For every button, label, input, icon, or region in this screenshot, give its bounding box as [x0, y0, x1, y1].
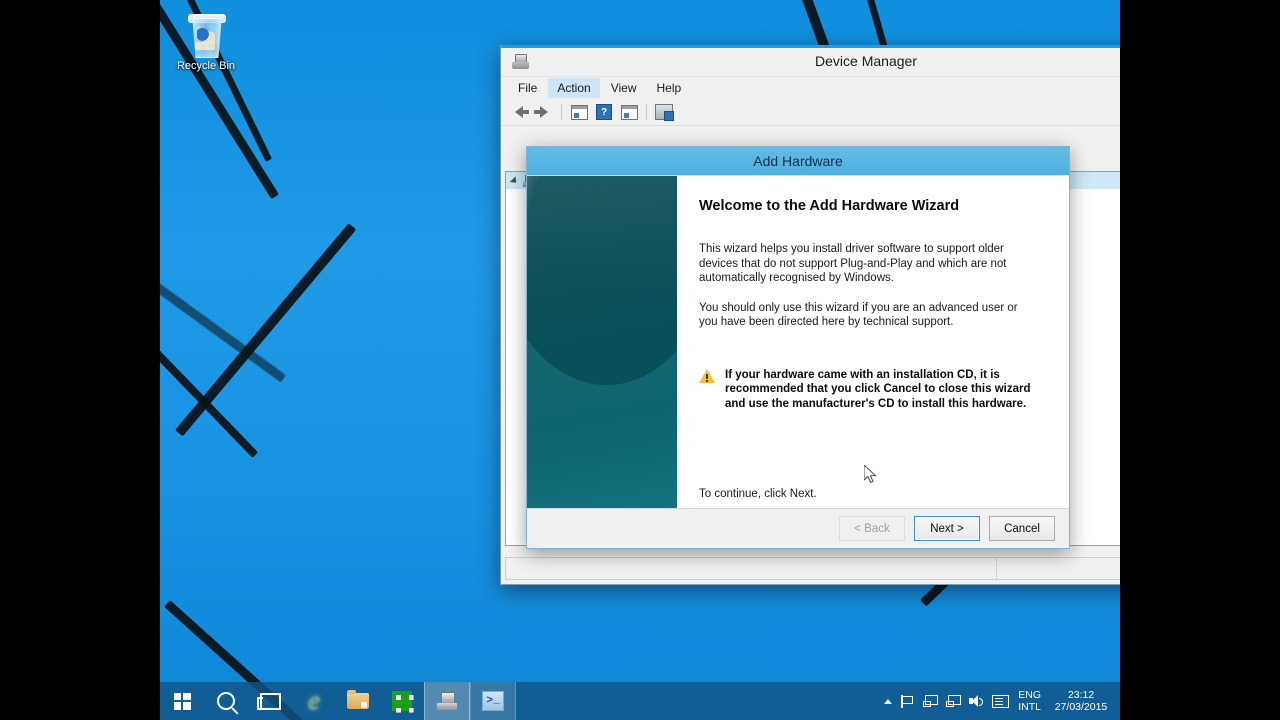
device-manager-icon: [437, 692, 457, 710]
network-icon[interactable]: [946, 695, 962, 707]
desktop-icon-recycle-bin[interactable]: Recycle Bin: [168, 8, 244, 73]
status-bar: [505, 557, 1120, 580]
start-button[interactable]: [160, 682, 204, 720]
mouse-pointer: [864, 465, 878, 485]
device-manager-button[interactable]: [424, 682, 470, 720]
clock-time: 23:12: [1067, 689, 1095, 701]
wizard-paragraph-2: You should only use this wizard if you a…: [699, 301, 1018, 329]
wizard-content: Welcome to the Add Hardware Wizard This …: [677, 176, 1069, 508]
status-pane-2: [997, 558, 1120, 579]
task-view-icon: [256, 692, 281, 710]
search-button[interactable]: [204, 682, 248, 720]
show-hidden-devices-icon[interactable]: [618, 102, 640, 123]
clock-date: 27/03/2015: [1054, 701, 1108, 713]
wizard-sidebar-graphic: [527, 176, 677, 508]
warning-text: If your hardware came with an installati…: [725, 368, 1031, 410]
store-icon: [392, 691, 414, 713]
device-manager-icon: [507, 53, 533, 69]
remote-desktop-icon[interactable]: [923, 695, 939, 707]
toolbar: ?: [501, 99, 1120, 126]
back-icon[interactable]: [508, 102, 530, 123]
scan-for-hardware-changes-icon[interactable]: [653, 102, 675, 123]
wallpaper-line: [175, 223, 357, 437]
status-pane-1: [506, 558, 997, 579]
screen: Recycle Bin Device Manager ✕ File Action…: [0, 0, 1280, 720]
dialog-footer: < Back Next > Cancel: [527, 508, 1069, 548]
powershell-icon: >_: [482, 691, 504, 711]
language-indicator[interactable]: ENG INTL: [1018, 689, 1041, 713]
clock[interactable]: 23:12 27/03/2015: [1050, 689, 1112, 713]
menu-item-action[interactable]: Action: [548, 78, 600, 98]
cancel-button[interactable]: Cancel: [989, 516, 1055, 541]
toolbar-separator: [646, 104, 647, 120]
action-center-flag-icon[interactable]: [901, 694, 914, 708]
internet-explorer-button[interactable]: e: [292, 682, 336, 720]
forward-icon[interactable]: [533, 102, 555, 123]
powershell-button[interactable]: >_: [470, 682, 516, 720]
wallpaper-line: [160, 240, 287, 383]
toolbar-separator: [561, 104, 562, 120]
desktop-icon-label: Recycle Bin: [176, 60, 236, 72]
wizard-paragraph-1: This wizard helps you install driver sof…: [699, 243, 1007, 284]
help-icon[interactable]: ?: [593, 102, 615, 123]
wizard-heading: Welcome to the Add Hardware Wizard: [699, 198, 960, 214]
menu-item-help[interactable]: Help: [648, 78, 691, 98]
task-view-button[interactable]: [248, 682, 292, 720]
device-manager-title-bar[interactable]: Device Manager ✕: [501, 45, 1120, 77]
continue-hint: To continue, click Next.: [699, 488, 817, 500]
folder-icon: [347, 690, 369, 709]
properties-icon[interactable]: [568, 102, 590, 123]
volume-icon[interactable]: [969, 695, 984, 707]
recycle-bin-icon: [186, 14, 226, 58]
menu-item-file[interactable]: File: [509, 78, 546, 98]
chevron-expanded-icon[interactable]: [509, 175, 520, 186]
next-button[interactable]: Next >: [914, 516, 980, 541]
windows-logo-icon: [173, 692, 191, 710]
back-button[interactable]: < Back: [839, 516, 905, 541]
dialog-title-bar[interactable]: Add Hardware: [527, 147, 1069, 175]
notification-icon[interactable]: [992, 694, 1010, 708]
taskbar[interactable]: e >_ ENG INTL 23:12 27/03/2015: [160, 682, 1120, 720]
store-button[interactable]: [380, 682, 424, 720]
search-icon: [217, 692, 235, 710]
language-line-2: INTL: [1018, 701, 1041, 713]
show-hidden-icons-chevron[interactable]: [884, 698, 893, 704]
language-line-1: ENG: [1018, 689, 1041, 701]
warning-block: If your hardware came with an installati…: [699, 368, 1039, 412]
desktop[interactable]: Recycle Bin Device Manager ✕ File Action…: [160, 0, 1120, 720]
system-tray: ENG INTL 23:12 27/03/2015: [884, 689, 1120, 713]
add-hardware-dialog[interactable]: Add Hardware Welcome to the Add Hardware…: [526, 146, 1070, 549]
menu-item-view[interactable]: View: [602, 78, 646, 98]
menu-bar: File Action View Help: [501, 77, 1120, 99]
window-title: Device Manager: [815, 53, 917, 69]
file-explorer-button[interactable]: [336, 682, 380, 720]
warning-triangle-icon: [699, 368, 715, 384]
dialog-title: Add Hardware: [753, 153, 843, 169]
dialog-body: Welcome to the Add Hardware Wizard This …: [527, 175, 1069, 508]
internet-explorer-icon: e: [308, 686, 320, 715]
